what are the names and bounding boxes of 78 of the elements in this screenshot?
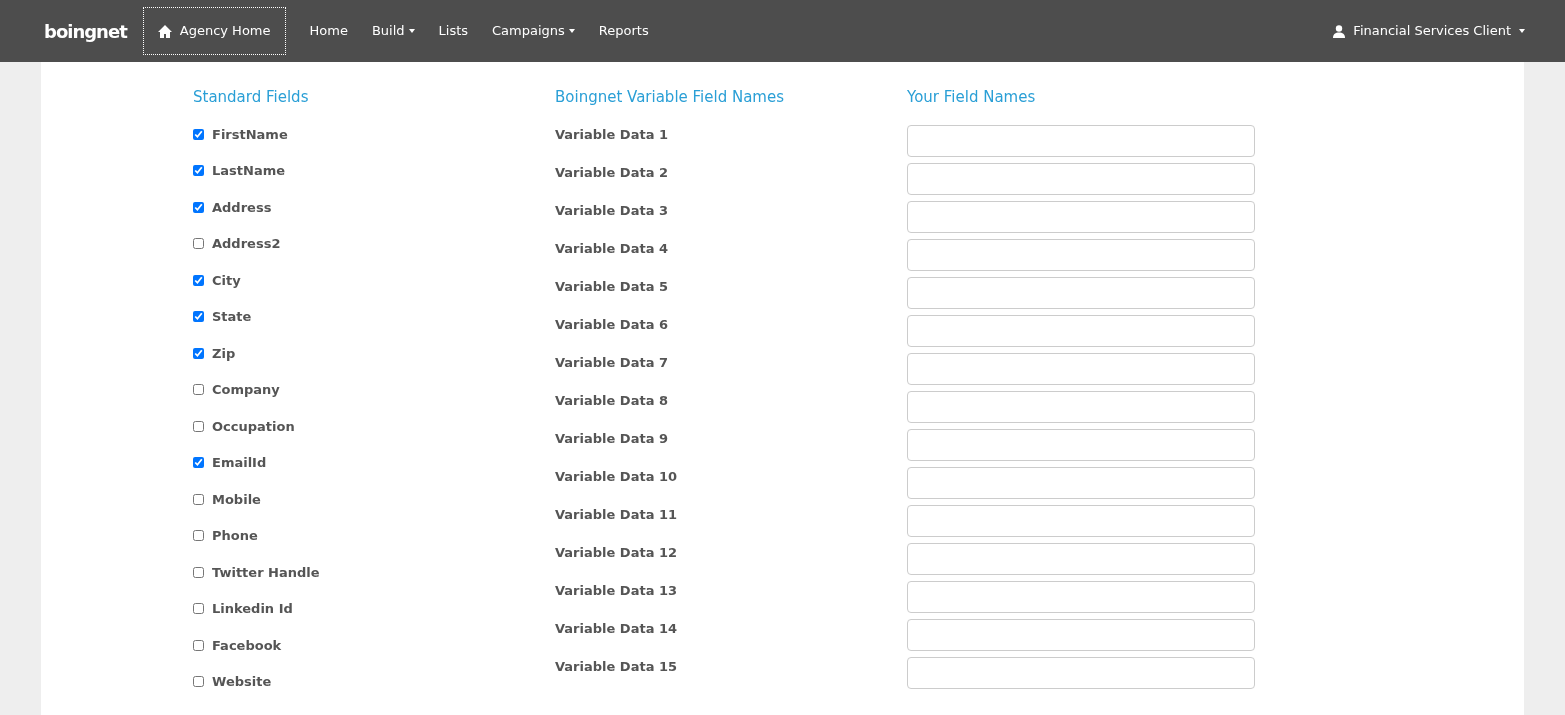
checkbox[interactable] bbox=[193, 639, 204, 651]
caret-icon bbox=[408, 29, 415, 33]
field-label: Variable Data 12 bbox=[555, 543, 679, 562]
input-field[interactable] bbox=[907, 542, 1255, 575]
input-field[interactable] bbox=[907, 200, 1255, 233]
checkbox[interactable] bbox=[193, 347, 204, 359]
field-label: Facebook bbox=[212, 636, 282, 655]
checkbox[interactable] bbox=[193, 420, 204, 432]
field-label: Phone bbox=[212, 527, 258, 545]
field-label: Variable Data 14 bbox=[555, 619, 679, 638]
input-field[interactable] bbox=[907, 466, 1255, 499]
field-label: Variable Data 4 bbox=[555, 239, 669, 258]
field-label: Variable Data 1 bbox=[555, 125, 669, 144]
caret-icon bbox=[568, 29, 575, 33]
field-label: Website bbox=[212, 673, 272, 691]
field-label: Variable Data 8 bbox=[555, 391, 669, 410]
checkbox[interactable] bbox=[193, 603, 204, 615]
field-label: State bbox=[212, 308, 252, 326]
checkbox[interactable] bbox=[193, 201, 204, 213]
logo[interactable]: boingnet bbox=[44, 17, 127, 45]
field-label: Address2 bbox=[212, 235, 281, 253]
field-label: Zip bbox=[212, 344, 236, 363]
checkbox[interactable] bbox=[193, 530, 204, 542]
input-field[interactable] bbox=[907, 352, 1255, 385]
section-heading: Your Field Names bbox=[907, 87, 1037, 108]
checkbox[interactable] bbox=[193, 274, 204, 286]
field-label: Occupation bbox=[212, 417, 295, 436]
nav-link[interactable]: Build bbox=[371, 21, 415, 41]
field-label: Variable Data 9 bbox=[555, 429, 669, 448]
field-label: Variable Data 15 bbox=[555, 657, 679, 676]
field-label: Variable Data 3 bbox=[555, 201, 669, 220]
input-field[interactable] bbox=[907, 238, 1255, 271]
checkbox[interactable] bbox=[193, 566, 204, 578]
checkbox[interactable] bbox=[193, 165, 204, 177]
field-label: Variable Data 11 bbox=[555, 505, 679, 524]
field-label: Linkedin Id bbox=[212, 600, 293, 618]
section-heading: Standard Fields bbox=[193, 87, 310, 108]
user-icon bbox=[1333, 24, 1346, 38]
field-label: Variable Data 7 bbox=[555, 353, 669, 372]
field-label: Variable Data 2 bbox=[555, 163, 669, 182]
nav-link[interactable]: Home bbox=[309, 21, 348, 41]
input-field[interactable] bbox=[907, 618, 1255, 651]
field-label: Variable Data 10 bbox=[555, 467, 679, 486]
caret-icon bbox=[1519, 29, 1525, 33]
field-label: Company bbox=[212, 381, 280, 399]
checkbox[interactable] bbox=[193, 457, 204, 469]
input-field[interactable] bbox=[907, 314, 1255, 347]
input-field[interactable] bbox=[907, 580, 1255, 613]
input-field[interactable] bbox=[907, 656, 1255, 689]
input-field[interactable] bbox=[907, 162, 1255, 195]
section-heading: Boingnet Variable Field Names bbox=[555, 87, 785, 108]
nav-link[interactable]: Lists bbox=[438, 21, 469, 41]
field-label: Twitter Handle bbox=[212, 563, 320, 582]
checkbox[interactable] bbox=[193, 311, 204, 323]
input-field[interactable] bbox=[907, 504, 1255, 537]
field-label: Variable Data 5 bbox=[555, 277, 669, 296]
home-icon bbox=[157, 24, 172, 38]
field-label: LastName bbox=[212, 162, 286, 180]
field-label: FirstName bbox=[212, 125, 288, 144]
nav-link[interactable]: Reports bbox=[598, 21, 649, 41]
agency-home-button[interactable]: Agency Home bbox=[142, 7, 286, 55]
input-field[interactable] bbox=[907, 390, 1255, 423]
field-label: Variable Data 13 bbox=[555, 581, 679, 600]
field-label: Mobile bbox=[212, 490, 261, 509]
input-field[interactable] bbox=[907, 124, 1255, 157]
input-field[interactable] bbox=[907, 276, 1255, 309]
field-label: Variable Data 6 bbox=[555, 315, 669, 334]
checkbox[interactable] bbox=[193, 384, 204, 396]
field-label: Address bbox=[212, 198, 272, 217]
checkbox[interactable] bbox=[193, 676, 204, 688]
checkbox[interactable] bbox=[193, 238, 204, 250]
nav-link[interactable]: Campaigns bbox=[492, 21, 575, 41]
field-label: EmailId bbox=[212, 454, 267, 472]
user-menu[interactable]: Financial Services Client bbox=[1333, 21, 1525, 41]
field-label: City bbox=[212, 271, 241, 290]
checkbox[interactable] bbox=[193, 128, 204, 140]
input-field[interactable] bbox=[907, 428, 1255, 461]
checkbox[interactable] bbox=[193, 493, 204, 505]
